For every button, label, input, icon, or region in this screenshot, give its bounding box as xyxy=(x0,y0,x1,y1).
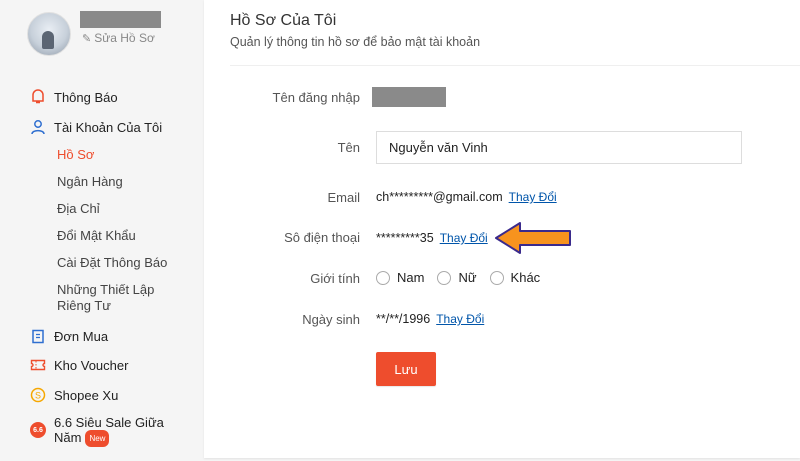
sidebar-subitem-change-password[interactable]: Đổi Mật Khẩu xyxy=(57,228,197,244)
email-value: ch*********@gmail.com xyxy=(376,190,503,204)
gender-option-other[interactable]: Khác xyxy=(489,270,541,285)
sidebar-subitem-privacy-settings[interactable]: Những Thiết Lập Riêng Tư xyxy=(57,282,187,314)
gender-radio-group: Nam Nữ Khác xyxy=(376,270,553,285)
phone-label: Sô điện thoại xyxy=(284,230,360,245)
name-input[interactable] xyxy=(376,131,742,164)
sidebar-subitem-address[interactable]: Địa Chỉ xyxy=(57,201,197,217)
voucher-icon xyxy=(30,357,46,373)
page-subtitle: Quản lý thông tin hồ sơ để bảo mật tài k… xyxy=(230,35,481,49)
sidebar-item-vouchers[interactable]: Kho Voucher xyxy=(30,357,128,373)
birthday-row: **/**/1996 Thay Đổi xyxy=(376,312,484,326)
user-icon xyxy=(30,119,46,135)
sidebar-item-my-account[interactable]: Tài Khoản Của Tôi xyxy=(30,119,162,135)
birthday-value: **/**/1996 xyxy=(376,312,431,326)
sidebar-subitem-notification-settings[interactable]: Cài Đặt Thông Báo xyxy=(57,255,197,271)
birthday-label: Ngày sinh xyxy=(302,312,360,327)
sidebar-subitem-bank[interactable]: Ngân Hàng xyxy=(57,174,197,190)
gender-option-female[interactable]: Nữ xyxy=(437,270,477,285)
avatar[interactable] xyxy=(27,12,71,56)
username-redacted xyxy=(80,11,161,28)
radio-circle[interactable] xyxy=(376,270,390,285)
svg-text:S: S xyxy=(35,391,41,401)
gender-label: Giới tính xyxy=(310,271,360,286)
gender-option-male[interactable]: Nam xyxy=(376,270,424,285)
gender-option-label: Khác xyxy=(510,270,541,285)
email-label: Email xyxy=(327,190,360,205)
phone-row: *********35 Thay Đổi xyxy=(376,231,488,245)
name-label: Tên xyxy=(337,140,360,155)
sale-66-icon: 6.6 xyxy=(30,422,46,438)
divider xyxy=(230,65,800,66)
sidebar-item-label: Shopee Xu xyxy=(54,387,119,403)
sidebar-subitem-profile[interactable]: Hồ Sơ xyxy=(57,147,197,163)
gender-option-label: Nam xyxy=(397,270,425,285)
edit-profile-label: Sửa Hồ Sơ xyxy=(94,31,155,45)
pencil-icon: ✎ xyxy=(82,32,92,45)
sidebar-item-orders[interactable]: Đơn Mua xyxy=(30,328,108,344)
new-badge: New xyxy=(85,430,110,448)
change-email-link[interactable]: Thay Đổi xyxy=(509,190,557,204)
edit-profile-link[interactable]: ✎ Sửa Hồ Sơ xyxy=(82,31,155,45)
bell-icon xyxy=(30,89,46,105)
sidebar-item-label: Thông Báo xyxy=(54,89,118,105)
profile-panel: Hồ Sơ Của Tôi Quản lý thông tin hồ sơ để… xyxy=(204,0,800,458)
sidebar-item-notifications[interactable]: Thông Báo xyxy=(30,89,118,105)
coin-icon: S xyxy=(30,387,46,403)
sidebar-item-label: Tài Khoản Của Tôi xyxy=(54,119,163,135)
sidebar-item-sale-event[interactable]: 6.6 6.6 Siêu Sale Giữa Năm New xyxy=(30,415,174,448)
page-title: Hồ Sơ Của Tôi xyxy=(230,12,337,29)
phone-value: *********35 xyxy=(376,231,434,245)
clipboard-icon xyxy=(30,328,46,344)
email-row: ch*********@gmail.com Thay Đổi xyxy=(376,190,557,204)
username-value-redacted xyxy=(372,87,446,107)
sidebar-item-label: Đơn Mua xyxy=(54,328,109,344)
change-birthday-link[interactable]: Thay Đổi xyxy=(436,312,484,326)
sale-event-text: 6.6 Siêu Sale Giữa Năm New xyxy=(54,415,174,448)
username-label: Tên đăng nhập xyxy=(272,90,360,105)
save-button[interactable]: Lưu xyxy=(376,352,436,386)
orange-arrow-annotation xyxy=(495,222,571,254)
radio-circle[interactable] xyxy=(437,270,452,285)
sale-icon-text: 6.6 xyxy=(33,426,43,434)
change-phone-link[interactable]: Thay Đổi xyxy=(440,231,488,245)
sidebar: ✎ Sửa Hồ Sơ Thông Báo Tài Khoản Của Tôi … xyxy=(0,0,204,461)
gender-option-label: Nữ xyxy=(458,270,477,285)
sidebar-item-shopee-coins[interactable]: S Shopee Xu xyxy=(30,387,118,403)
radio-circle[interactable] xyxy=(489,270,504,285)
sidebar-item-label: Kho Voucher xyxy=(54,357,129,373)
